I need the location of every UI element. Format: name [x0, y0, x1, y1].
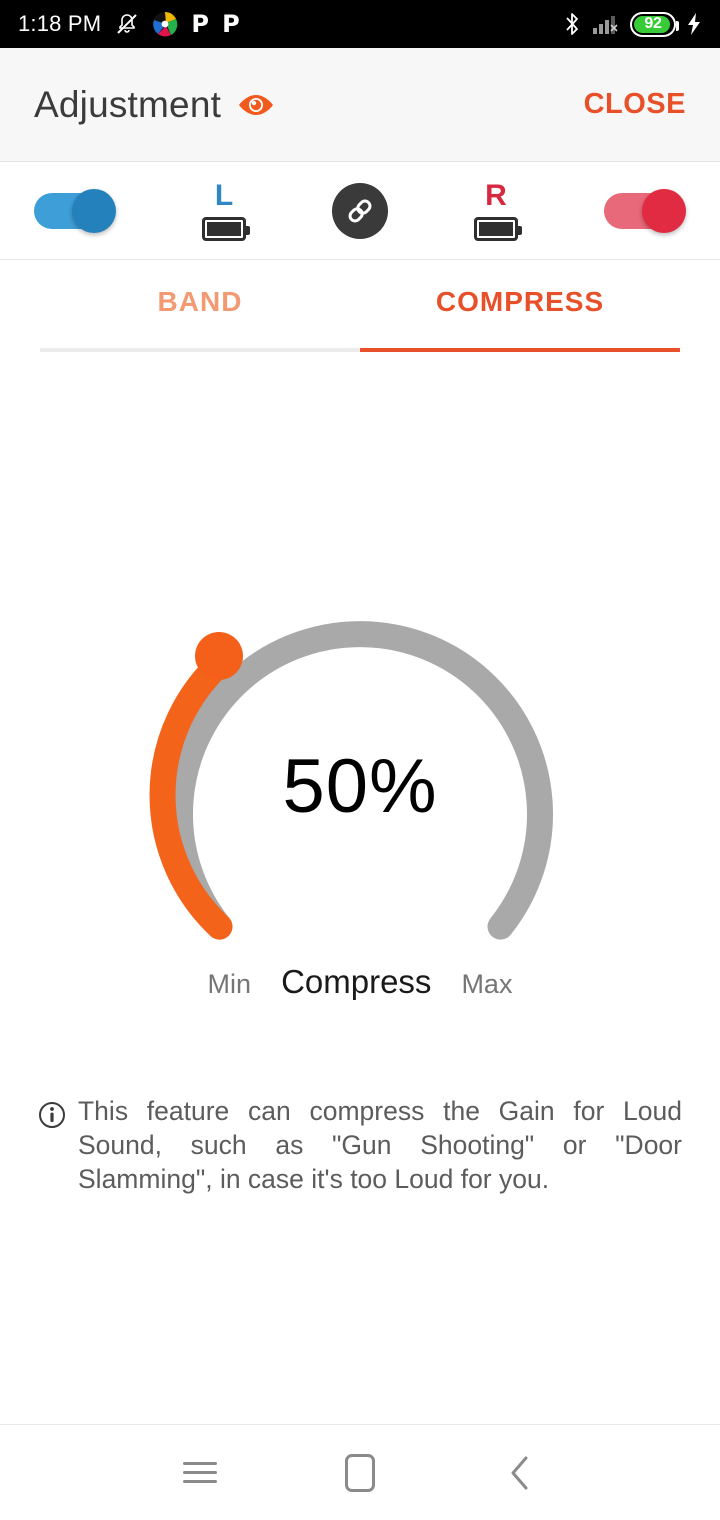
status-bar-system-icons: 92	[562, 11, 702, 37]
left-device-toggle[interactable]	[34, 188, 116, 233]
compress-gauge[interactable]: 50% Min Compress Max	[130, 578, 590, 1001]
home-button[interactable]	[315, 1428, 405, 1518]
page-title: Adjustment	[34, 83, 222, 125]
mute-bell-icon	[115, 12, 139, 36]
link-devices-button[interactable]	[332, 182, 388, 239]
gauge-handle	[195, 632, 243, 680]
gauge-label-row: Min Compress Max	[130, 963, 590, 1001]
battery-level-text: 92	[644, 15, 662, 32]
tab-indicator-inactive	[40, 348, 360, 352]
compress-gauge-section: 50% Min Compress Max	[0, 538, 720, 1038]
status-bar-clock: 1:18 PM	[18, 11, 102, 36]
gauge-value-text: 50%	[282, 744, 438, 829]
bluetooth-icon	[562, 11, 582, 37]
eye-icon[interactable]	[237, 92, 275, 118]
left-battery-icon	[202, 216, 250, 241]
app-screen: 1:18 PM P P 92 Adjustment CLOSE L R BAND…	[0, 0, 720, 1520]
left-toggle-thumb	[72, 188, 116, 233]
info-circle-icon	[38, 1101, 66, 1134]
recents-button[interactable]	[155, 1428, 245, 1518]
tab-indicator	[40, 348, 680, 352]
chevron-left-icon	[511, 1456, 528, 1489]
left-battery-fill	[207, 221, 241, 236]
colorful-app-icon	[152, 11, 178, 37]
home-square-icon	[345, 1453, 375, 1492]
signal-icon	[592, 12, 620, 36]
right-toggle-thumb	[642, 188, 686, 233]
back-button[interactable]	[475, 1428, 565, 1518]
right-battery-fill	[479, 221, 513, 236]
close-button[interactable]: CLOSE	[584, 88, 686, 121]
right-device-status: R	[451, 178, 541, 241]
p-app-icon-2: P	[222, 10, 240, 38]
gauge-title-label: Compress	[281, 963, 432, 1000]
charging-bolt-icon	[686, 12, 702, 36]
left-channel-label: L	[214, 178, 234, 212]
p-app-icon: P	[191, 10, 210, 38]
tab-bar: BAND COMPRESS	[0, 260, 720, 352]
right-battery-icon	[474, 216, 522, 241]
chain-link-icon	[348, 199, 372, 222]
right-device-toggle[interactable]	[604, 188, 686, 233]
right-channel-label: R	[485, 178, 507, 212]
tab-band[interactable]: BAND	[40, 260, 360, 352]
gauge-min-label: Min	[207, 969, 252, 999]
status-bar-notification-icons: P P	[115, 11, 240, 37]
device-control-row: L R	[0, 162, 720, 260]
tab-compress[interactable]: COMPRESS	[360, 260, 680, 352]
info-note-text: This feature can compress the Gain for L…	[78, 1096, 682, 1195]
tab-indicator-active	[360, 348, 680, 352]
battery-icon: 92	[630, 11, 679, 37]
gauge-max-label: Max	[461, 969, 513, 999]
info-note: This feature can compress the Gain for L…	[38, 1094, 682, 1197]
system-nav-bar	[0, 1424, 720, 1520]
left-device-status: L	[179, 178, 269, 241]
status-bar: 1:18 PM P P 92	[0, 0, 720, 48]
app-bar: Adjustment CLOSE	[0, 48, 720, 162]
hamburger-icon	[183, 1456, 217, 1489]
